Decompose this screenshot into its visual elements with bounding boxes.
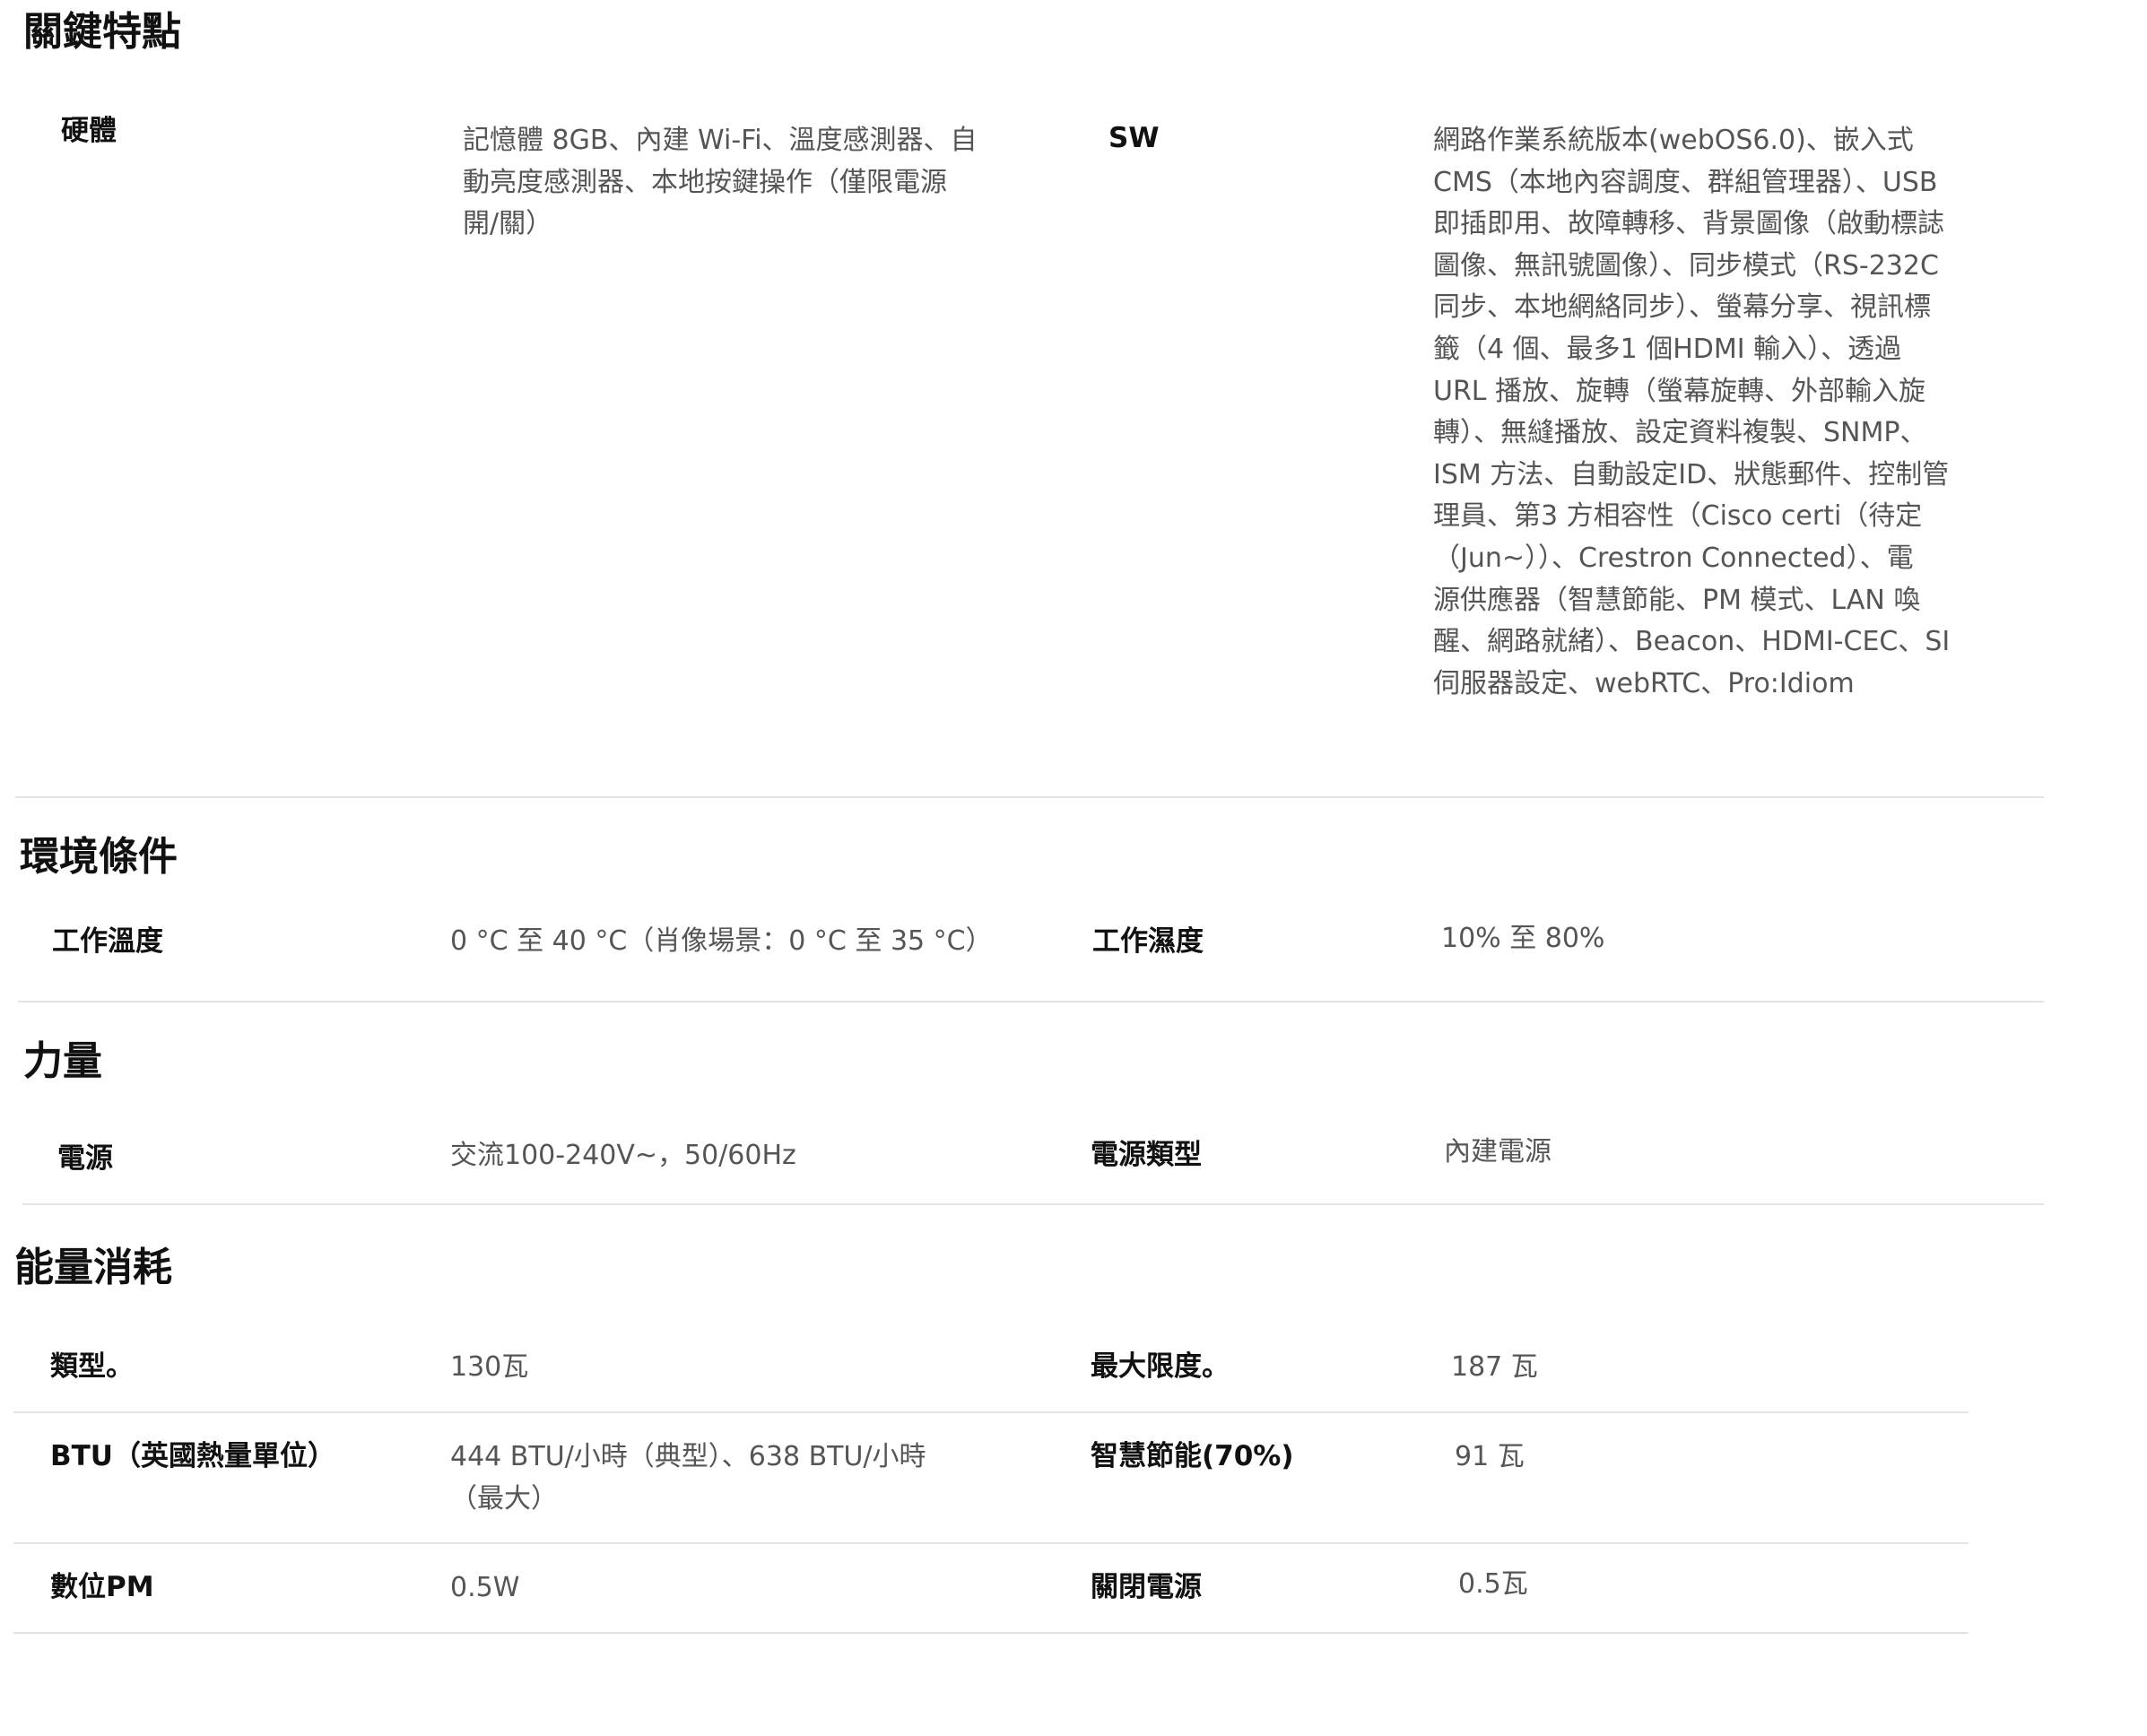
spec-value-line: URL 播放、旋轉（螢幕旋轉、外部輸入旋 [1433, 375, 1926, 407]
section-divider [15, 796, 2044, 798]
spec-page: 關鍵特點 硬體 記憶體 8GB、內建 Wi-Fi、溫度感測器、自 動亮度感測器、… [0, 0, 2147, 1736]
spec-value-line: 開/關） [463, 208, 553, 240]
spec-value-line: （Jun~））、Crestron Connected）、電 [1433, 542, 1914, 574]
spec-label-power-off: 關閉電源 [1091, 1571, 1202, 1603]
spec-value-operating-humidity: 10% 至 80% [1441, 923, 1605, 954]
spec-value-typical: 130瓦 [450, 1351, 529, 1383]
spec-label-maximum: 最大限度。 [1091, 1350, 1230, 1383]
spec-label-operating-humidity: 工作濕度 [1092, 925, 1204, 958]
spec-label-power-supply: 電源 [57, 1142, 113, 1175]
spec-value-line: ISM 方法、自動設定ID、狀態郵件、控制管 [1433, 458, 1950, 490]
row-divider [13, 1632, 428, 1634]
spec-label-operating-temperature: 工作溫度 [52, 925, 163, 958]
section-title-key-features: 關鍵特點 [23, 9, 181, 55]
spec-value-smart-energy-saving: 91 瓦 [1455, 1441, 1525, 1472]
spec-value-line: 即插即用、故障轉移、背景圖像（啟動標誌 [1433, 208, 1944, 240]
row-divider [428, 1632, 1969, 1634]
row-divider [428, 1411, 1969, 1413]
section-title-power-consumption: 能量消耗 [14, 1245, 172, 1290]
spec-value-line: 同步、本地網絡同步）、螢幕分享、視訊標 [1433, 291, 1931, 324]
section-title-environment: 環境條件 [20, 834, 178, 880]
spec-value-line: 籤（4 個、最多1 個HDMI 輸入）、透過 [1433, 333, 1902, 365]
spec-value-hardware: 記憶體 8GB、內建 Wi-Fi、溫度感測器、自 動亮度感測器、本地按鍵操作（僅… [463, 120, 978, 246]
row-divider [428, 1542, 1969, 1544]
spec-value-line: （最大） [450, 1482, 558, 1515]
spec-value-line: 網路作業系統版本(webOS6.0)、嵌入式 [1433, 125, 1914, 156]
spec-value-maximum: 187 瓦 [1451, 1351, 1538, 1383]
spec-value-line: 源供應器（智慧節能、PM 模式、LAN 喚 [1433, 584, 1921, 616]
spec-value-line: 伺服器設定、webRTC、Pro:Idiom [1433, 667, 1855, 699]
spec-value-operating-temperature: 0 °C 至 40 °C（肖像場景：0 °C 至 35 °C） [450, 925, 993, 957]
spec-label-sw: SW [1108, 122, 1160, 154]
row-divider [13, 1411, 428, 1413]
spec-label-smart-energy-saving: 智慧節能(70%) [1091, 1440, 1294, 1472]
spec-value-power-supply: 交流100-240V~，50/60Hz [450, 1140, 796, 1171]
spec-value-line: 記憶體 8GB、內建 Wi-Fi、溫度感測器、自 [463, 125, 978, 156]
spec-value-btu: 444 BTU/小時（典型）、638 BTU/小時 （最大） [450, 1437, 926, 1520]
spec-value-line: 圖像、無訊號圖像）、同步模式（RS-232C [1433, 249, 1939, 282]
spec-value-line: CMS（本地內容調度、群組管理器）、USB [1433, 166, 1938, 198]
section-title-power: 力量 [23, 1038, 102, 1084]
spec-value-line: 444 BTU/小時（典型）、638 BTU/小時 [450, 1441, 926, 1472]
spec-value-power-supply-type: 內建電源 [1444, 1136, 1552, 1167]
spec-label-btu: BTU（英國熱量單位） [50, 1440, 335, 1472]
section-divider [22, 1203, 2044, 1205]
spec-value-line: 動亮度感測器、本地按鍵操作（僅限電源 [463, 166, 947, 198]
spec-value-sw: 網路作業系統版本(webOS6.0)、嵌入式 CMS（本地內容調度、群組管理器）… [1433, 120, 1950, 705]
spec-label-dpm: 數位PM [50, 1571, 154, 1603]
spec-value-line: 醒、網路就緒）、Beacon、HDMI-CEC、SI [1433, 626, 1951, 658]
spec-value-dpm: 0.5W [450, 1572, 520, 1603]
section-divider [18, 1001, 2044, 1003]
spec-value-line: 理員、第3 方相容性（Cisco certi（待定 [1433, 500, 1923, 533]
spec-value-line: 轉）、無縫播放、設定資料複製、SNMP、 [1433, 417, 1927, 449]
spec-label-typical: 類型。 [50, 1350, 134, 1383]
spec-value-power-off: 0.5瓦 [1458, 1568, 1528, 1600]
row-divider [13, 1542, 428, 1544]
spec-label-power-supply-type: 電源類型 [1091, 1139, 1202, 1171]
spec-label-hardware: 硬體 [61, 115, 117, 147]
